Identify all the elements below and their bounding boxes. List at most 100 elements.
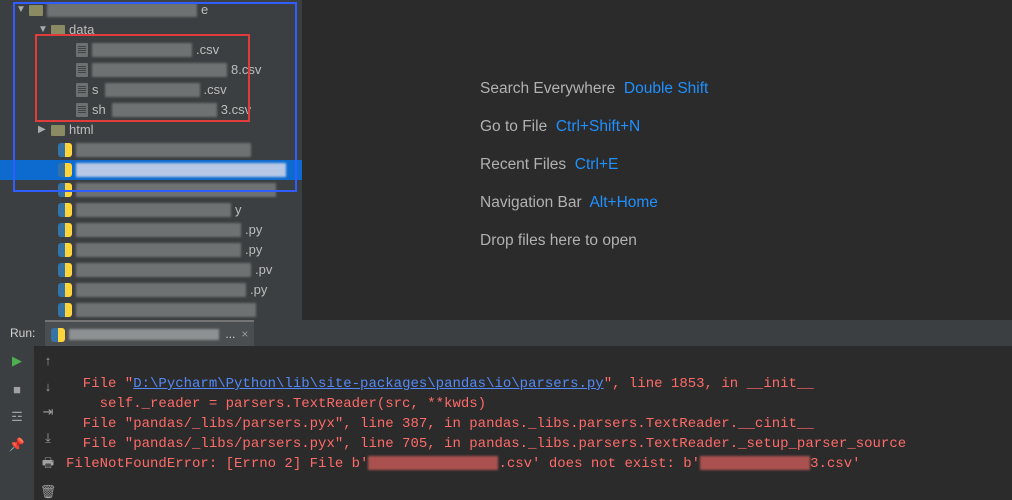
- hint-goto-file: Go to File Ctrl+Shift+N: [480, 118, 1000, 136]
- print-button[interactable]: 🖶: [39, 456, 57, 474]
- tree-label-suffix: e: [201, 0, 208, 20]
- hint-label: Go to File: [480, 118, 547, 135]
- tree-row-root[interactable]: e: [0, 0, 302, 20]
- tree-label-suffix: 8.csv: [231, 60, 261, 80]
- run-tab-label-blurred: [69, 329, 219, 340]
- tree-row-py-selected[interactable]: [0, 160, 302, 180]
- tree-row-file[interactable]: .csv: [0, 40, 302, 60]
- project-tree-panel: e data .csv 8.csv s .csv sh 3.csv html: [0, 0, 302, 320]
- soft-wrap-button[interactable]: ⇥: [39, 404, 57, 420]
- stop-button[interactable]: ■: [8, 380, 26, 398]
- file-icon: [76, 43, 88, 57]
- python-icon: [58, 203, 72, 217]
- file-icon: [76, 63, 88, 77]
- close-icon[interactable]: ×: [241, 327, 248, 341]
- run-title: Run:: [10, 326, 35, 340]
- tree-label-blurred: [76, 223, 241, 237]
- folder-icon: [29, 5, 43, 16]
- rerun-button[interactable]: ▶: [8, 352, 26, 370]
- chevron-down-icon[interactable]: [16, 0, 25, 20]
- tree-label-suffix: .py: [250, 280, 267, 300]
- tree-label-blurred: [76, 283, 246, 297]
- hint-label: Drop files here to open: [480, 232, 637, 249]
- trash-icon[interactable]: 🗑: [39, 484, 57, 500]
- run-tab[interactable]: ... ×: [45, 320, 254, 346]
- tree-row-file[interactable]: s .csv: [0, 80, 302, 100]
- tree-row-html[interactable]: html: [0, 120, 302, 140]
- hint-recent-files: Recent Files Ctrl+E: [480, 156, 1000, 174]
- tree-label-blurred: [76, 183, 276, 197]
- run-gutter-primary: ▶ ■ ☲ 📌: [0, 346, 34, 500]
- tree-label-blurred: [105, 83, 200, 97]
- run-gutter-secondary: ↑ ↓ ⇥ ⤓ 🖶 🗑: [34, 346, 62, 500]
- run-tab-ext: ...: [225, 327, 235, 341]
- tree-row-py[interactable]: [0, 180, 302, 200]
- tree-label-blurred: [76, 303, 256, 317]
- hint-shortcut: Ctrl+Shift+N: [556, 118, 640, 135]
- file-link[interactable]: D:\Pycharm\Python\lib\site-packages\pand…: [133, 376, 603, 392]
- python-icon: [58, 283, 72, 297]
- file-icon: [76, 103, 88, 117]
- tree-row-py[interactable]: y: [0, 200, 302, 220]
- tree-row-file[interactable]: sh 3.csv: [0, 100, 302, 120]
- tree-label-blurred: [92, 63, 227, 77]
- python-icon: [58, 243, 72, 257]
- tree-label-blurred: [47, 3, 197, 17]
- hint-nav-bar: Navigation Bar Alt+Home: [480, 194, 1000, 212]
- console-line: File "D:\Pycharm\Python\lib\site-package…: [66, 376, 814, 392]
- layout-button[interactable]: ☲: [8, 408, 26, 426]
- empty-editor-hints: Search Everywhere Double Shift Go to Fil…: [480, 80, 1000, 270]
- tree-label-suffix: .py: [245, 220, 262, 240]
- tree-label-blurred: [76, 203, 231, 217]
- folder-icon: [51, 25, 65, 36]
- hint-label: Recent Files: [480, 156, 566, 173]
- tree-row-py[interactable]: .py: [0, 220, 302, 240]
- run-toolwindow: Run: ... × ▶ ■ ☲ 📌 ↑ ↓ ⇥ ⤓ 🖶 🗑 File "D:\…: [0, 320, 1012, 500]
- hint-shortcut: Ctrl+E: [575, 156, 619, 173]
- python-icon: [58, 163, 72, 177]
- tree-label-blurred: [76, 263, 251, 277]
- hint-shortcut: Alt+Home: [589, 194, 658, 211]
- down-arrow-icon[interactable]: ↓: [39, 378, 57, 394]
- tree-row-py[interactable]: .pv: [0, 260, 302, 280]
- chevron-down-icon[interactable]: [38, 20, 47, 40]
- hint-drop-files: Drop files here to open: [480, 232, 1000, 250]
- tree-label-suffix: 3.csv: [221, 100, 251, 120]
- python-icon: [58, 143, 72, 157]
- hint-search-everywhere: Search Everywhere Double Shift: [480, 80, 1000, 98]
- tree-row-file[interactable]: 8.csv: [0, 60, 302, 80]
- hint-label: Navigation Bar: [480, 194, 582, 211]
- tree-label-blurred: [112, 103, 217, 117]
- pin-button[interactable]: 📌: [8, 436, 26, 454]
- tree-row-py[interactable]: [0, 140, 302, 160]
- tree-label-suffix: .csv: [204, 80, 227, 100]
- chevron-right-icon[interactable]: [38, 120, 47, 140]
- run-toolwindow-header: Run: ... ×: [0, 320, 1012, 346]
- tree-row-py[interactable]: .py: [0, 280, 302, 300]
- tree-label-suffix: .pv: [255, 260, 272, 280]
- tree-label: html: [69, 120, 94, 140]
- folder-icon: [51, 125, 65, 136]
- run-console[interactable]: File "D:\Pycharm\Python\lib\site-package…: [62, 346, 1012, 500]
- tree-row-py[interactable]: [0, 300, 302, 320]
- python-icon: [58, 223, 72, 237]
- tree-row-py[interactable]: .py: [0, 240, 302, 260]
- up-arrow-icon[interactable]: ↑: [39, 352, 57, 368]
- hint-shortcut: Double Shift: [624, 80, 708, 97]
- console-line: self._reader = parsers.TextReader(src, *…: [66, 396, 486, 412]
- tree-label-suffix: .py: [245, 240, 262, 260]
- python-icon: [51, 328, 63, 340]
- console-line: File "pandas/_libs/parsers.pyx", line 70…: [66, 436, 906, 452]
- tree-row-data[interactable]: data: [0, 20, 302, 40]
- tree-label-blurred: [92, 43, 192, 57]
- tree-label-suffix: y: [235, 200, 242, 220]
- scroll-to-end-button[interactable]: ⤓: [39, 430, 57, 446]
- python-icon: [58, 183, 72, 197]
- tree-label: data: [69, 20, 94, 40]
- tree-label-blurred: [76, 163, 286, 177]
- python-icon: [58, 263, 72, 277]
- console-line: File "pandas/_libs/parsers.pyx", line 38…: [66, 416, 814, 432]
- python-icon: [58, 303, 72, 317]
- hint-label: Search Everywhere: [480, 80, 615, 97]
- console-line-error: FileNotFoundError: [Errno 2] File b'.csv…: [66, 456, 861, 472]
